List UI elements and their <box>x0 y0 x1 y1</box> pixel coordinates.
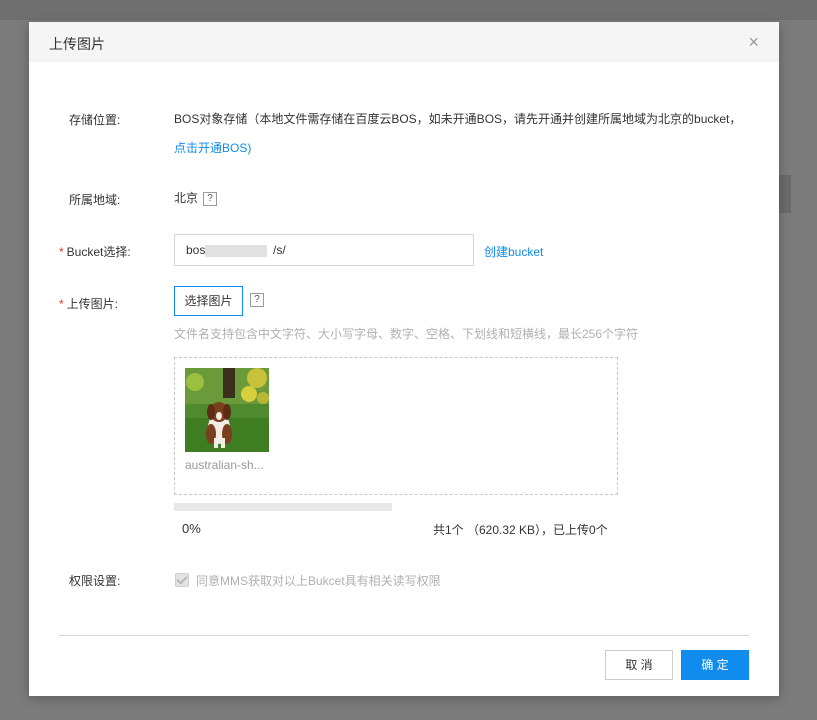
bucket-value-prefix: bos <box>186 243 206 257</box>
storage-description: BOS对象存储（本地文件需存储在百度云BOS，如未开通BOS，请先开通并创建所属… <box>174 112 742 126</box>
bucket-select[interactable]: bos /s/ <box>174 234 474 266</box>
cancel-button[interactable]: 取 消 <box>605 650 673 680</box>
choose-image-button[interactable]: 选择图片 <box>174 286 243 316</box>
background-side-tab <box>779 175 791 213</box>
confirm-button[interactable]: 确 定 <box>681 650 749 680</box>
image-thumbnail[interactable] <box>185 368 269 452</box>
dog-photo-icon <box>185 368 269 452</box>
upload-label-row: * 上传图片: <box>59 295 118 312</box>
enable-bos-link[interactable]: 点击开通BOS <box>174 141 247 155</box>
dialog-header: 上传图片 × <box>29 22 779 62</box>
footer-divider <box>59 635 749 636</box>
close-icon[interactable]: × <box>748 32 759 52</box>
upload-summary: 共1个 （620.32 KB），已上传0个 <box>433 523 608 537</box>
upload-help-icon[interactable]: ? <box>250 293 264 307</box>
region-row: 北京? <box>174 189 218 206</box>
background-topbar <box>0 0 817 20</box>
progress-percent: 0% <box>182 521 201 536</box>
bucket-name-redaction <box>205 245 267 257</box>
permission-checkbox-label: 同意MMS获取对以上Bukcet具有相关读写权限 <box>196 574 441 588</box>
required-mark: * <box>59 297 64 311</box>
required-mark: * <box>59 245 64 259</box>
dialog-title: 上传图片 <box>49 36 105 52</box>
storage-label: 存储位置: <box>69 113 121 127</box>
upload-progress-bar <box>174 503 392 511</box>
upload-image-dialog: 上传图片 × 存储位置: BOS对象存储（本地文件需存储在百度云BOS，如未开通… <box>29 22 779 696</box>
upload-hint: 文件名支持包含中文字符、大小写字母、数字、空格、下划线和短横线，最长256个字符 <box>174 327 639 341</box>
upload-label: 上传图片: <box>66 297 119 311</box>
region-help-icon[interactable]: ? <box>203 191 218 206</box>
bucket-value-suffix: /s/ <box>273 243 286 257</box>
permission-checkbox[interactable] <box>175 573 189 587</box>
file-name: australian-sh... <box>185 458 264 472</box>
bucket-label-row: * Bucket选择: <box>59 243 131 260</box>
upload-drop-area[interactable]: australian-sh... <box>174 357 618 495</box>
storage-link-line: 点击开通BOS) <box>174 139 251 156</box>
storage-close-paren: ) <box>247 141 252 155</box>
permission-label: 权限设置: <box>69 574 121 588</box>
bucket-label: Bucket选择: <box>66 245 131 259</box>
region-value: 北京 <box>174 191 199 205</box>
create-bucket-link[interactable]: 创建bucket <box>484 243 543 260</box>
region-label: 所属地域: <box>69 193 121 207</box>
